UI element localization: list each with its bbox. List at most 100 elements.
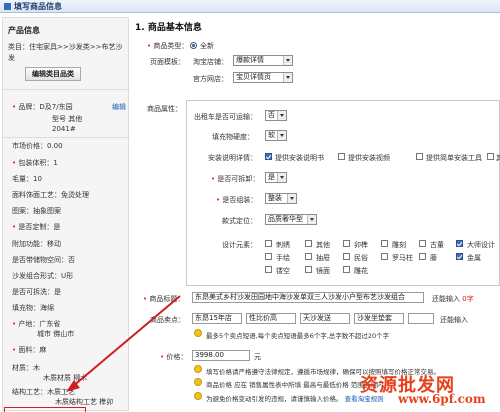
storage-row: 是否带储物空间：否 bbox=[12, 256, 75, 264]
design-checkbox[interactable] bbox=[381, 240, 388, 247]
positioning-select[interactable]: 品质奢华型 bbox=[265, 214, 317, 225]
selling-remaining-label: 还能输入 bbox=[440, 316, 468, 324]
design-opt: 雕刻 bbox=[392, 241, 406, 249]
assembled-label: • 是否组装： bbox=[216, 196, 258, 204]
title-label: • 商品标题： bbox=[143, 295, 185, 303]
edit-attributes-link[interactable]: 编辑 bbox=[112, 102, 126, 112]
official-template-select[interactable]: 宝贝详情页 bbox=[233, 72, 293, 83]
city-row: 城市 佛山市 bbox=[37, 330, 75, 338]
sidebar-title: 产品信息 bbox=[8, 26, 40, 35]
foldable-select[interactable]: 是 bbox=[265, 172, 287, 183]
chevron-down-icon bbox=[277, 131, 286, 140]
design-opt: 古董 bbox=[430, 241, 444, 249]
chevron-down-icon bbox=[277, 173, 286, 182]
info-icon bbox=[194, 329, 202, 337]
market-price-row: 市场价格：0.00 bbox=[12, 142, 63, 150]
design-checkbox[interactable] bbox=[343, 266, 350, 273]
product-info-sidebar: 产品信息 类目：住宅家具>>沙发类>>布艺沙发 编辑类目品类 • 品牌：D及7/… bbox=[2, 17, 130, 412]
brand-value: 品牌：D及7/东园 bbox=[18, 103, 73, 111]
design-opt: 大师设计 bbox=[467, 241, 495, 249]
model-number: 2041# bbox=[52, 125, 76, 133]
type-value: 全新 bbox=[200, 42, 214, 50]
material-row: 材质：木 bbox=[12, 364, 40, 372]
chevron-down-icon bbox=[307, 215, 316, 224]
taobao-label: 淘宝店铺： bbox=[193, 58, 228, 66]
model-row: 型号 其他 bbox=[52, 115, 83, 123]
install-tools-checkbox[interactable] bbox=[416, 153, 423, 160]
selling-point-input[interactable]: 东昂15年店 bbox=[192, 313, 242, 324]
title-remaining-count: 0字 bbox=[462, 295, 474, 303]
divider bbox=[3, 137, 130, 138]
design-opt: 罗马柱 bbox=[392, 254, 413, 262]
chevron-down-icon bbox=[277, 111, 286, 120]
selling-label: 商品卖点： bbox=[150, 316, 185, 324]
design-opt: 雕花 bbox=[354, 267, 368, 275]
design-checkbox[interactable] bbox=[343, 253, 350, 260]
design-checkbox[interactable] bbox=[456, 253, 463, 260]
design-checkbox[interactable] bbox=[305, 266, 312, 273]
install-manual-checkbox[interactable] bbox=[265, 153, 272, 160]
price-unit: 元 bbox=[254, 353, 261, 361]
category-path: 类目：住宅家具>>沙发类>>布艺沙发 bbox=[8, 43, 123, 62]
ship-label: 出租车是否可运输： bbox=[194, 113, 257, 121]
design-checkbox[interactable] bbox=[381, 253, 388, 260]
washable-row: 是否可拆洗：是 bbox=[12, 288, 61, 296]
title-remaining-label: 还能输入 0字 bbox=[432, 295, 474, 303]
watermark-url: www.6pf.com bbox=[398, 392, 486, 406]
design-opt: 镂空 bbox=[276, 267, 290, 275]
install-label: 安装说明详情： bbox=[208, 154, 257, 162]
positioning-label: 款式定位： bbox=[222, 217, 257, 225]
selling-point-input[interactable] bbox=[408, 313, 434, 324]
title-bar: 填写商品信息 bbox=[0, 0, 500, 13]
fabric-row: 面料饰面工艺：免烫处理 bbox=[12, 191, 89, 199]
design-checkbox[interactable] bbox=[419, 253, 426, 260]
design-opt: 民俗 bbox=[354, 254, 368, 262]
hardness-label: 填充物硬度： bbox=[212, 133, 254, 141]
function-row: 附加功能：移动 bbox=[12, 240, 61, 248]
selling-point-input[interactable]: 天沙发送 bbox=[300, 313, 350, 324]
install-other-checkbox[interactable] bbox=[487, 153, 494, 160]
title-input[interactable]: 东昂美式乡村沙发田园地中海沙发单双三人沙发小户型布艺沙发组合 bbox=[192, 292, 424, 303]
design-opt: 手绘 bbox=[276, 254, 290, 262]
taobao-template-select[interactable]: 爆款详情 bbox=[233, 55, 293, 66]
pattern-row: 图案：抽象图案 bbox=[12, 207, 61, 215]
selling-point-input[interactable]: 性比价高 bbox=[246, 313, 296, 324]
install-opt-video: 提供安装视频 bbox=[348, 154, 390, 162]
divider bbox=[3, 89, 130, 90]
design-checkbox[interactable] bbox=[456, 240, 463, 247]
design-checkbox[interactable] bbox=[305, 253, 312, 260]
design-opt: 金属 bbox=[467, 254, 481, 262]
price-label: • 价格： bbox=[160, 353, 188, 361]
edit-category-button[interactable]: 编辑类目品类 bbox=[25, 67, 81, 81]
design-checkbox[interactable] bbox=[305, 240, 312, 247]
origin-row: • 产地：广东省 bbox=[12, 320, 61, 328]
design-opt: 刺绣 bbox=[276, 241, 290, 249]
install-video-checkbox[interactable] bbox=[338, 153, 345, 160]
fill-row: 填充物：海绵 bbox=[12, 304, 54, 312]
design-checkbox[interactable] bbox=[265, 240, 272, 247]
design-label: 设计元素： bbox=[222, 241, 257, 249]
custom-row: • 是否定制：是 bbox=[12, 223, 61, 231]
design-checkbox[interactable] bbox=[265, 253, 272, 260]
shape-row: 沙发组合形式：U形 bbox=[12, 272, 74, 280]
design-checkbox[interactable] bbox=[419, 240, 426, 247]
design-opt: 镜面 bbox=[316, 267, 330, 275]
style-highlight-box bbox=[4, 407, 86, 412]
ship-select[interactable]: 否 bbox=[265, 110, 287, 121]
official-label: 官方网店： bbox=[193, 75, 228, 83]
design-opt: 抽屉 bbox=[316, 254, 330, 262]
selling-point-input[interactable]: 沙发坐垫套 bbox=[354, 313, 404, 324]
section-icon bbox=[4, 3, 11, 10]
type-new-radio[interactable] bbox=[190, 42, 197, 49]
design-checkbox[interactable] bbox=[343, 240, 350, 247]
selling-tip: 最多5个卖点短语,每个卖点短语最多6个字,总字数不超过20个字 bbox=[206, 332, 390, 340]
price-input[interactable]: 3998.00 bbox=[192, 350, 250, 361]
chevron-down-icon bbox=[283, 56, 292, 65]
design-checkbox[interactable] bbox=[265, 266, 272, 273]
page-title: 填写商品信息 bbox=[14, 2, 62, 11]
brand-row: • 品牌：D及7/东园 bbox=[12, 103, 73, 111]
wood-structure-row: 木质结构工艺 榫卯 bbox=[55, 398, 114, 406]
assembled-select[interactable]: 整装 bbox=[265, 193, 297, 204]
hardness-select[interactable]: 软 bbox=[265, 130, 287, 141]
design-opt: 藤 bbox=[430, 254, 437, 262]
